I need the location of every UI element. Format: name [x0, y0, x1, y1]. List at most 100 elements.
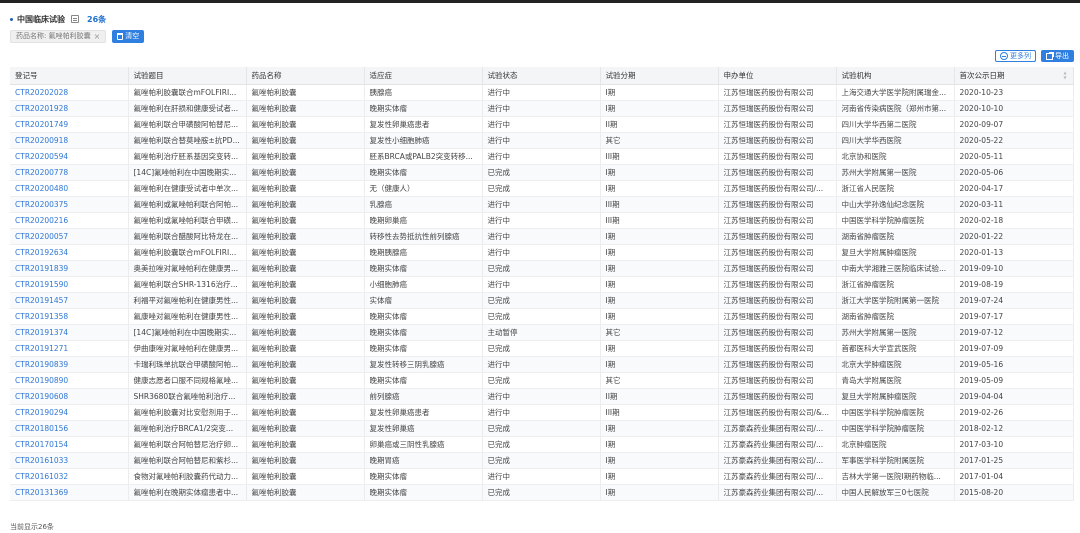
table-row[interactable]: CTR20191374 [14C]氟唑帕利在中国晚期实... 氟唑帕利胶囊 晚期实体瘤… [10, 324, 1074, 341]
cell-col-registration-no[interactable]: CTR20191839 [10, 260, 129, 277]
table-row[interactable]: CTR20192634 氟唑帕利胶囊联合mFOLFIRI... 氟唑帕利胶囊 晚期胰腺… [10, 244, 1074, 261]
cell-col-sponsor: 江苏豪森药业集团有限公司/... [718, 468, 837, 485]
cell-col-registration-no[interactable]: CTR20131369 [10, 484, 129, 501]
table-row[interactable]: CTR20190890 健康志愿者口服不同规格氟唑... 氟唑帕利胶囊 晚期实体瘤 已完… [10, 372, 1074, 389]
clear-filters-button[interactable]: 清空 [112, 29, 145, 43]
more-columns-button[interactable]: 更多列 [995, 50, 1036, 62]
header-label: 首次公示日期 [959, 70, 1005, 80]
table-row[interactable]: CTR20190294 氟唑帕利胶囊对比安慰剂用于... 氟唑帕利胶囊 复发性卵巢癌患… [10, 404, 1074, 421]
minus-circle-icon [1000, 52, 1008, 60]
table-row[interactable]: CTR20161032 食物对氟唑帕利胶囊药代动力... 氟唑帕利胶囊 晚期实体瘤 进行… [10, 468, 1074, 485]
cell-col-registration-no[interactable]: CTR20200057 [10, 228, 129, 245]
table-row[interactable]: CTR20191839 奥美拉唑对氟唑帕利在健康男... 氟唑帕利胶囊 晚期实体瘤 已完… [10, 260, 1074, 277]
cell-col-indication: 小细胞肺癌 [364, 276, 483, 293]
cell-col-registration-no[interactable]: CTR20190294 [10, 404, 129, 421]
cell-col-registration-no[interactable]: CTR20180156 [10, 420, 129, 437]
table-row[interactable]: CTR20131369 氟唑帕利在晚期实体瘤患者中... 氟唑帕利胶囊 晚期实体瘤 已完… [10, 484, 1074, 501]
cell-col-institution: 中国医学科学院肿瘤医院 [836, 212, 955, 229]
cell-col-registration-no[interactable]: CTR20192634 [10, 244, 129, 261]
cell-col-drug-name: 氟唑帕利胶囊 [246, 116, 365, 133]
cell-col-first-publish-date: 2020-10-23 [954, 84, 1074, 101]
cell-col-registration-no[interactable]: CTR20200594 [10, 148, 129, 165]
cell-col-trial-title: 利福平对氟唑帕利在健康男性... [128, 292, 247, 309]
cell-col-registration-no[interactable]: CTR20191271 [10, 340, 129, 357]
table-row[interactable]: CTR20170154 氟唑帕利联合阿帕替尼治疗卵... 氟唑帕利胶囊 卵巢癌或三阴性… [10, 436, 1074, 453]
table-row[interactable]: CTR20202028 氟唑帕利胶囊联合mFOLFIRI... 氟唑帕利胶囊 胰腺癌进… [10, 84, 1074, 101]
cell-col-trial-status: 已完成 [482, 436, 601, 453]
table-row[interactable]: CTR20200057 氟唑帕利联合醋酸阿比特龙在... 氟唑帕利胶囊 转移性去势抵抗… [10, 228, 1074, 245]
table-row[interactable]: CTR20191457 利福平对氟唑帕利在健康男性... 氟唑帕利胶囊 实体瘤 已完成 I… [10, 292, 1074, 309]
cell-col-registration-no[interactable]: CTR20200375 [10, 196, 129, 213]
header-label: 试验机构 [841, 70, 872, 80]
cell-col-indication: 晚期实体瘤 [364, 484, 483, 501]
cell-col-drug-name: 氟唑帕利胶囊 [246, 340, 365, 357]
header-col-trial-title[interactable]: 试验题目 [128, 67, 247, 85]
cell-col-indication: 晚期实体瘤 [364, 308, 483, 325]
table-row[interactable]: CTR20190839 卡瑞利珠单抗联合甲磺酸阿帕... 氟唑帕利胶囊 复发性转移三阴… [10, 356, 1074, 373]
header-col-sponsor[interactable]: 申办单位 [718, 67, 837, 85]
cell-col-registration-no[interactable]: CTR20202028 [10, 84, 129, 101]
cell-col-indication: 实体瘤 [364, 292, 483, 309]
cell-col-drug-name: 氟唑帕利胶囊 [246, 212, 365, 229]
table-row[interactable]: CTR20201749 氟唑帕利联合甲磺酸阿帕替尼... 氟唑帕利胶囊 复发性卵巢癌患… [10, 116, 1074, 133]
table-row[interactable]: CTR20200594 氟唑帕利治疗胚系基因突变转... 氟唑帕利胶囊 胚系BRCA或… [10, 148, 1074, 165]
table-row[interactable]: CTR20200375 氟唑帕利或氟唑帕利联合阿帕... 氟唑帕利胶囊 乳腺癌 进行中 I… [10, 196, 1074, 213]
cell-col-registration-no[interactable]: CTR20191590 [10, 276, 129, 293]
table-row[interactable]: CTR20161033 氟唑帕利联合阿帕替尼和紫杉... 氟唑帕利胶囊 晚期胃癌 已完成… [10, 452, 1074, 469]
cell-col-trial-title: 氟唑帕利联合甲磺酸阿帕替尼... [128, 116, 247, 133]
table-row[interactable]: CTR20200216 氟唑帕利或氟唑帕利联合甲磺... 氟唑帕利胶囊 晚期卵巢癌 进行… [10, 212, 1074, 229]
table-row[interactable]: CTR20191271 伊曲康唑对氟唑帕利在健康男... 氟唑帕利胶囊 晚期实体瘤 已完… [10, 340, 1074, 357]
cell-col-first-publish-date: 2015-08-20 [954, 484, 1074, 501]
header-col-first-publish-date[interactable]: 首次公示日期 ▲▼ [954, 67, 1074, 85]
cell-col-trial-title: 氟唑帕利联合醋酸阿比特龙在... [128, 228, 247, 245]
export-button[interactable]: 导出 [1041, 50, 1074, 62]
header-col-trial-status[interactable]: 试验状态 [482, 67, 601, 85]
cell-col-first-publish-date: 2019-07-24 [954, 292, 1074, 309]
cell-col-indication: 晚期实体瘤 [364, 260, 483, 277]
table-row[interactable]: CTR20191590 氟唑帕利联合SHR-1316治疗... 氟唑帕利胶囊 小细胞肺… [10, 276, 1074, 293]
header-col-trial-phase[interactable]: 试验分期 [600, 67, 719, 85]
table-row[interactable]: CTR20200918 氟唑帕利联合替莫唑胺±抗PD... 氟唑帕利胶囊 复发性小细胞… [10, 132, 1074, 149]
cell-col-registration-no[interactable]: CTR20201749 [10, 116, 129, 133]
cell-col-registration-no[interactable]: CTR20191457 [10, 292, 129, 309]
table-row[interactable]: CTR20191358 氟康唑对氟唑帕利在健康男性... 氟唑帕利胶囊 晚期实体瘤 已完… [10, 308, 1074, 325]
export-icon [1046, 51, 1054, 60]
cell-col-first-publish-date: 2019-05-16 [954, 356, 1074, 373]
cell-col-first-publish-date: 2017-01-04 [954, 468, 1074, 485]
header-col-registration-no[interactable]: 登记号 [10, 67, 129, 85]
cell-col-registration-no[interactable]: CTR20161032 [10, 468, 129, 485]
table-row[interactable]: CTR20200480 氟唑帕利在健康受试者中单次... 氟唑帕利胶囊 无（健康人）已… [10, 180, 1074, 197]
table-row[interactable]: CTR20190608 SHR3680联合氟唑帕利治疗... 氟唑帕利胶囊 前列腺癌进… [10, 388, 1074, 405]
table-row[interactable]: CTR20200778 [14C]氟唑帕利在中国晚期实... 氟唑帕利胶囊 晚期实体瘤… [10, 164, 1074, 181]
sort-icon[interactable]: ▲▼ [1061, 70, 1069, 80]
cell-col-registration-no[interactable]: CTR20200480 [10, 180, 129, 197]
cell-col-registration-no[interactable]: CTR20170154 [10, 436, 129, 453]
cell-col-registration-no[interactable]: CTR20201928 [10, 100, 129, 117]
table-row[interactable]: CTR20180156 氟唑帕利治疗BRCA1/2突变... 氟唑帕利胶囊 复发性卵巢… [10, 420, 1074, 437]
header-col-institution[interactable]: 试验机构 [836, 67, 955, 85]
header-label: 登记号 [15, 70, 38, 80]
cell-col-registration-no[interactable]: CTR20200778 [10, 164, 129, 181]
cell-col-registration-no[interactable]: CTR20191374 [10, 324, 129, 341]
cell-col-first-publish-date: 2019-02-26 [954, 404, 1074, 421]
close-icon[interactable]: × [94, 32, 101, 41]
cell-col-registration-no[interactable]: CTR20190608 [10, 388, 129, 405]
list-icon[interactable] [71, 15, 79, 23]
cell-col-trial-status: 进行中 [482, 84, 601, 101]
header-col-drug-name[interactable]: 药品名称 [246, 67, 365, 85]
cell-col-trial-status: 进行中 [482, 116, 601, 133]
cell-col-registration-no[interactable]: CTR20200918 [10, 132, 129, 149]
filter-tag-label: 药品名称: 氟唑帕利胶囊 [16, 32, 91, 40]
cell-col-registration-no[interactable]: CTR20161033 [10, 452, 129, 469]
cell-col-registration-no[interactable]: CTR20190890 [10, 372, 129, 389]
cell-col-indication: 卵巢癌或三阴性乳腺癌 [364, 436, 483, 453]
footer-summary: 当前显示26条 [10, 523, 54, 531]
cell-col-drug-name: 氟唑帕利胶囊 [246, 356, 365, 373]
header-col-indication[interactable]: 适应症 [364, 67, 483, 85]
cell-col-registration-no[interactable]: CTR20191358 [10, 308, 129, 325]
cell-col-registration-no[interactable]: CTR20200216 [10, 212, 129, 229]
cell-col-trial-status: 已完成 [482, 420, 601, 437]
cell-col-indication: 晚期实体瘤 [364, 100, 483, 117]
table-row[interactable]: CTR20201928 氟唑帕利在肝损和健康受试者... 氟唑帕利胶囊 晚期实体瘤 进行… [10, 100, 1074, 117]
cell-col-registration-no[interactable]: CTR20190839 [10, 356, 129, 373]
